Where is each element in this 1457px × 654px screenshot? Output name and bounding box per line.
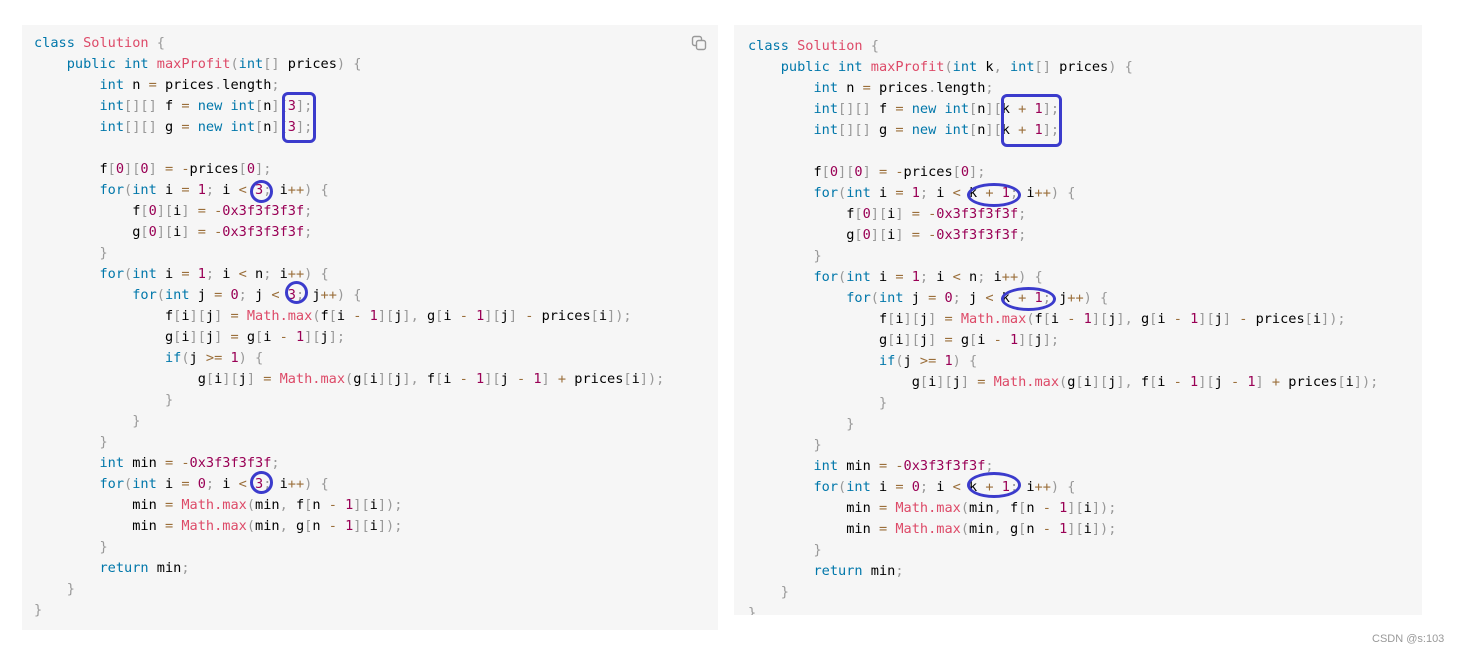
code-line: int[][] g = new int[n][3]; bbox=[99, 119, 313, 135]
code-line: int n = prices.length; bbox=[813, 80, 994, 96]
code-line: } bbox=[99, 539, 108, 555]
code-line: g[i][j] = g[i - 1][j]; bbox=[164, 329, 346, 345]
code-block-right: class Solution { public int maxProfit(in… bbox=[734, 25, 1422, 615]
code-line: } bbox=[66, 581, 75, 597]
code-line: class Solution { bbox=[34, 35, 165, 51]
code-line: g[i][j] = Math.max(g[i][j], f[i - 1][j -… bbox=[197, 371, 665, 387]
code-line: int n = prices.length; bbox=[99, 77, 280, 93]
code-line: } bbox=[780, 584, 789, 600]
highlight-box bbox=[1001, 94, 1062, 147]
code-line: g[i][j] = g[i - 1][j]; bbox=[878, 332, 1060, 348]
code-line: f[i][j] = Math.max(f[i - 1][j], g[i - 1]… bbox=[878, 311, 1346, 327]
code-line: } bbox=[813, 248, 822, 264]
code-right: class Solution { public int maxProfit(in… bbox=[734, 25, 1422, 615]
code-line: if(j >= 1) { bbox=[164, 350, 264, 366]
code-line: g[i][j] = Math.max(g[i][j], f[i - 1][j -… bbox=[911, 374, 1379, 390]
code-line: } bbox=[878, 395, 888, 411]
highlight-ellipse bbox=[1001, 287, 1056, 311]
code-block-left: class Solution { public int maxProfit(in… bbox=[22, 25, 718, 630]
code-line: int min = -0x3f3f3f3f; bbox=[813, 458, 994, 474]
code-line: for(int j = 0; j < k + 1; j++) { bbox=[846, 290, 1109, 306]
code-line: min = Math.max(min, g[n - 1][i]); bbox=[846, 521, 1117, 537]
code-line: for(int i = 1; i < n; i++) { bbox=[99, 266, 329, 282]
code-line: public int maxProfit(int k, int[] prices… bbox=[780, 59, 1133, 75]
copy-icon[interactable] bbox=[691, 35, 707, 51]
code-line: for(int i = 1; i < 3; i++) { bbox=[99, 182, 329, 198]
code-line: } bbox=[99, 434, 108, 450]
code-line: min = Math.max(min, g[n - 1][i]); bbox=[132, 518, 403, 534]
code-line: min = Math.max(min, f[n - 1][i]); bbox=[846, 500, 1117, 516]
code-line: for(int j = 0; j < 3; j++) { bbox=[132, 287, 362, 303]
code-line: } bbox=[34, 602, 43, 618]
code-line: } bbox=[132, 413, 141, 429]
highlight-circle bbox=[250, 471, 273, 494]
code-line: if(j >= 1) { bbox=[878, 353, 978, 369]
highlight-ellipse bbox=[967, 472, 1021, 498]
code-left: class Solution { public int maxProfit(in… bbox=[22, 25, 718, 621]
code-line: int min = -0x3f3f3f3f; bbox=[99, 455, 280, 471]
code-line: for(int i = 0; i < k + 1; i++) { bbox=[813, 479, 1076, 495]
code-line: f[i][j] = Math.max(f[i - 1][j], g[i - 1]… bbox=[164, 308, 632, 324]
highlight-circle bbox=[285, 281, 308, 304]
highlight-ellipse bbox=[967, 183, 1021, 207]
code-line: } bbox=[813, 437, 822, 453]
code-line: return min; bbox=[813, 563, 904, 579]
code-line: g[0][i] = -0x3f3f3f3f; bbox=[132, 224, 313, 240]
code-line: f[0][0] = -prices[0]; bbox=[99, 161, 272, 177]
code-line: f[0][i] = -0x3f3f3f3f; bbox=[132, 203, 313, 219]
code-line: public int maxProfit(int[] prices) { bbox=[66, 56, 362, 72]
code-line: return min; bbox=[99, 560, 190, 576]
highlight-box bbox=[282, 92, 316, 143]
code-line: for(int i = 1; i < n; i++) { bbox=[813, 269, 1043, 285]
code-line: } bbox=[164, 392, 174, 408]
code-line: f[0][i] = -0x3f3f3f3f; bbox=[846, 206, 1027, 222]
code-line: for(int i = 0; i < 3; i++) { bbox=[99, 476, 329, 492]
code-line: } bbox=[813, 542, 822, 558]
watermark: CSDN @s:103 bbox=[1372, 633, 1445, 645]
code-line: } bbox=[748, 605, 757, 615]
code-line: for(int i = 1; i < k + 1; i++) { bbox=[813, 185, 1076, 201]
code-line: } bbox=[846, 416, 855, 432]
code-line: min = Math.max(min, f[n - 1][i]); bbox=[132, 497, 403, 513]
code-line: } bbox=[99, 245, 108, 261]
highlight-circle bbox=[250, 180, 273, 203]
code-line: int[][] f = new int[n][k + 1]; bbox=[813, 101, 1060, 117]
code-line: class Solution { bbox=[748, 38, 879, 54]
code-line: f[0][0] = -prices[0]; bbox=[813, 164, 986, 180]
code-line: int[][] f = new int[n][3]; bbox=[99, 98, 313, 114]
code-line: g[0][i] = -0x3f3f3f3f; bbox=[846, 227, 1027, 243]
code-line: int[][] g = new int[n][k + 1]; bbox=[813, 122, 1060, 138]
